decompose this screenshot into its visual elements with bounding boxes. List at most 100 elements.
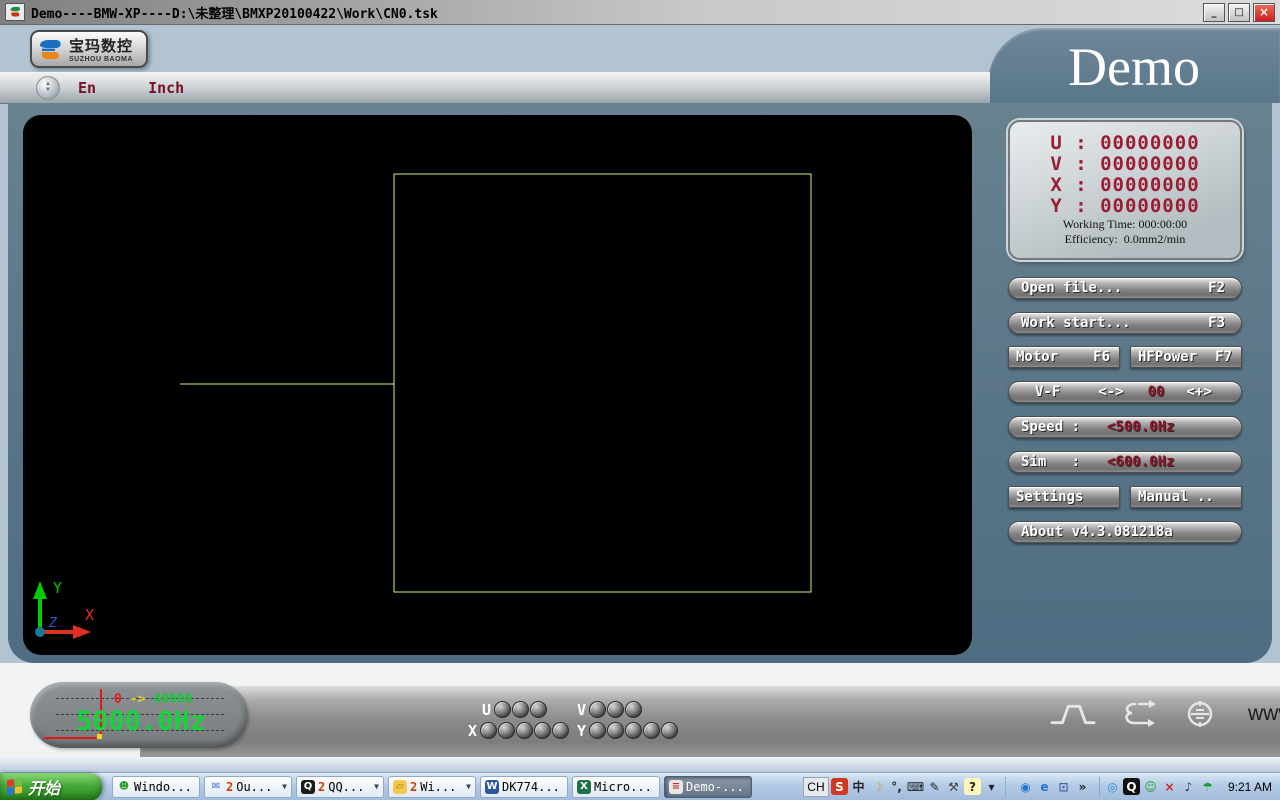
task-label: Demo-... [686, 780, 744, 794]
messenger-icon: ☻ [117, 780, 131, 794]
indicator-dot [661, 722, 678, 739]
motor-key: F6 [1093, 349, 1110, 365]
task-label: Wi... [420, 780, 456, 794]
sogou-icon[interactable]: S [831, 778, 848, 795]
indicator-label-u: U [482, 701, 491, 719]
task-group-caret[interactable]: ▼ [466, 782, 471, 791]
speed-value: <500.0Hz [1107, 419, 1174, 435]
media-player-icon[interactable]: ◉ [1017, 778, 1034, 795]
width-mode-icon[interactable]: ☽ [869, 778, 886, 795]
tools-icon[interactable]: ⚒ [945, 778, 962, 795]
manual-button[interactable]: Manual .. [1130, 486, 1242, 508]
indicator-dot [534, 722, 551, 739]
maxthon-icon[interactable]: ◎ [1104, 778, 1121, 795]
taskbar-task-folder[interactable]: ▱2Wi...▼ [388, 776, 476, 798]
wire-spool-icon[interactable] [1184, 698, 1216, 730]
folder-icon: ▱ [393, 780, 407, 794]
punctuation-icon[interactable]: °, [888, 778, 905, 795]
application-window: Demo----BMW-XP----D:\未整理\BMXP20100422\Wo… [0, 0, 1280, 800]
close-button[interactable]: × [1253, 3, 1275, 22]
language-toggle[interactable]: En [78, 79, 96, 97]
baoma-logo-button[interactable]: 宝玛数控 SUZHOU BAOMA [30, 30, 148, 68]
demo-header-panel: Demo [988, 28, 1280, 103]
task-group-caret[interactable]: ▼ [282, 782, 287, 791]
axis-readout-x: X : 00000000 [1050, 175, 1199, 196]
bmnc-app-icon: ≡ [669, 780, 683, 794]
gauge-baseline [44, 737, 100, 739]
taskbar-task-bmnc-app[interactable]: ≡Demo-... [664, 776, 752, 798]
axis-readout-v: V : 00000000 [1050, 154, 1199, 175]
wire-path-icon[interactable] [1120, 699, 1160, 729]
task-count: 2 [318, 780, 325, 794]
indicator-dot [607, 722, 624, 739]
pulse-icon[interactable] [1050, 700, 1096, 728]
task-group-caret[interactable]: ▼ [374, 782, 379, 791]
taskbar-task-word[interactable]: WDK774... [480, 776, 568, 798]
settings-button[interactable]: Settings [1008, 486, 1120, 508]
speed-button[interactable]: Speed : <500.0Hz [1008, 416, 1242, 438]
units-toggle[interactable]: Inch [148, 79, 184, 97]
indicator-dot [498, 722, 515, 739]
vf-decrease-button[interactable]: <-> [1098, 384, 1123, 400]
volume-icon[interactable]: ♪ [1180, 778, 1197, 795]
app-icon [5, 3, 25, 21]
axis-y-label: Y [53, 579, 62, 597]
open-file-label: Open file... [1021, 280, 1122, 296]
tray-separator [1005, 777, 1012, 797]
about-button[interactable]: About v4.3.081218a [1008, 521, 1242, 543]
ie-icon[interactable]: e [1036, 778, 1053, 795]
motor-button[interactable]: Motor F6 [1008, 346, 1120, 368]
taskbar-task-messenger[interactable]: ☻Windo... [112, 776, 200, 798]
taskbar-task-qq[interactable]: Q2QQ...▼ [296, 776, 384, 798]
handwriting-icon[interactable]: ✎ [926, 778, 943, 795]
website-link[interactable]: www.bmnc.cn [1248, 702, 1280, 726]
input-mode-icon[interactable]: 中 [850, 778, 867, 795]
hfpower-button[interactable]: HFPower F7 [1130, 346, 1242, 368]
hfpower-key: F7 [1215, 349, 1232, 365]
vf-label: V-F [1035, 384, 1060, 400]
axis-z-label: Z [48, 616, 58, 631]
contact-icon[interactable]: ☺ [1142, 778, 1159, 795]
vf-control[interactable]: V-F <-> 00 <+> [1008, 381, 1242, 403]
task-label: Windo... [134, 780, 192, 794]
lower-strip [0, 757, 1280, 772]
brand-name-en: SUZHOU BAOMA [69, 56, 133, 63]
word-icon: W [485, 780, 499, 794]
language-indicator[interactable]: CH [803, 777, 829, 797]
start-button[interactable]: 开始 [0, 773, 102, 800]
task-label: QQ... [328, 780, 364, 794]
indicator-dot [625, 701, 642, 718]
options-icon[interactable]: ▾ [983, 778, 1000, 795]
axis-x-label: X [85, 606, 94, 624]
more-icon[interactable]: » [1074, 778, 1091, 795]
indicator-dot [512, 701, 529, 718]
task-count: 2 [226, 780, 233, 794]
vf-increase-button[interactable]: <+> [1186, 384, 1211, 400]
axis-readout-u: U : 00000000 [1050, 133, 1199, 154]
hfpower-label: HFPower [1138, 349, 1197, 365]
task-label: Ou... [236, 780, 272, 794]
taskbar-task-outlook[interactable]: ✉2Ou...▼ [204, 776, 292, 798]
restore-button[interactable]: □ [1228, 3, 1250, 22]
open-file-button[interactable]: Open file... F2 [1008, 277, 1242, 299]
show-desktop-icon[interactable]: ⊡ [1055, 778, 1072, 795]
taskbar-task-excel[interactable]: XMicro... [572, 776, 660, 798]
indicator-dot [494, 701, 511, 718]
indicator-dot [589, 701, 606, 718]
soft-keyboard-icon[interactable]: ⌨ [907, 778, 924, 795]
help-icon[interactable]: ? [964, 778, 981, 795]
qq-tray-icon[interactable]: Q [1123, 778, 1140, 795]
coordinate-display: U : 00000000V : 00000000X : 00000000Y : … [1008, 120, 1242, 260]
network-disconnected-icon[interactable]: × [1161, 778, 1178, 795]
indicator-dot [607, 701, 624, 718]
indicator-dot [480, 722, 497, 739]
spin-knob-icon[interactable]: ▲▼ [36, 76, 60, 100]
antivirus-icon[interactable]: ☂ [1199, 778, 1216, 795]
work-start-button[interactable]: Work start... F3 [1008, 312, 1242, 334]
motor-label: Motor [1016, 349, 1058, 365]
sim-button[interactable]: Sim : <600.0Hz [1008, 451, 1242, 473]
workpiece-rectangle [394, 174, 811, 592]
minimize-button[interactable]: _ [1203, 3, 1225, 22]
drawing-canvas[interactable]: Y X Z [23, 115, 972, 655]
system-tray: CH S中☽°,⌨✎⚒?▾ ◉e⊡» ◎Q☺×♪☂ 9:21 AM [803, 777, 1280, 797]
